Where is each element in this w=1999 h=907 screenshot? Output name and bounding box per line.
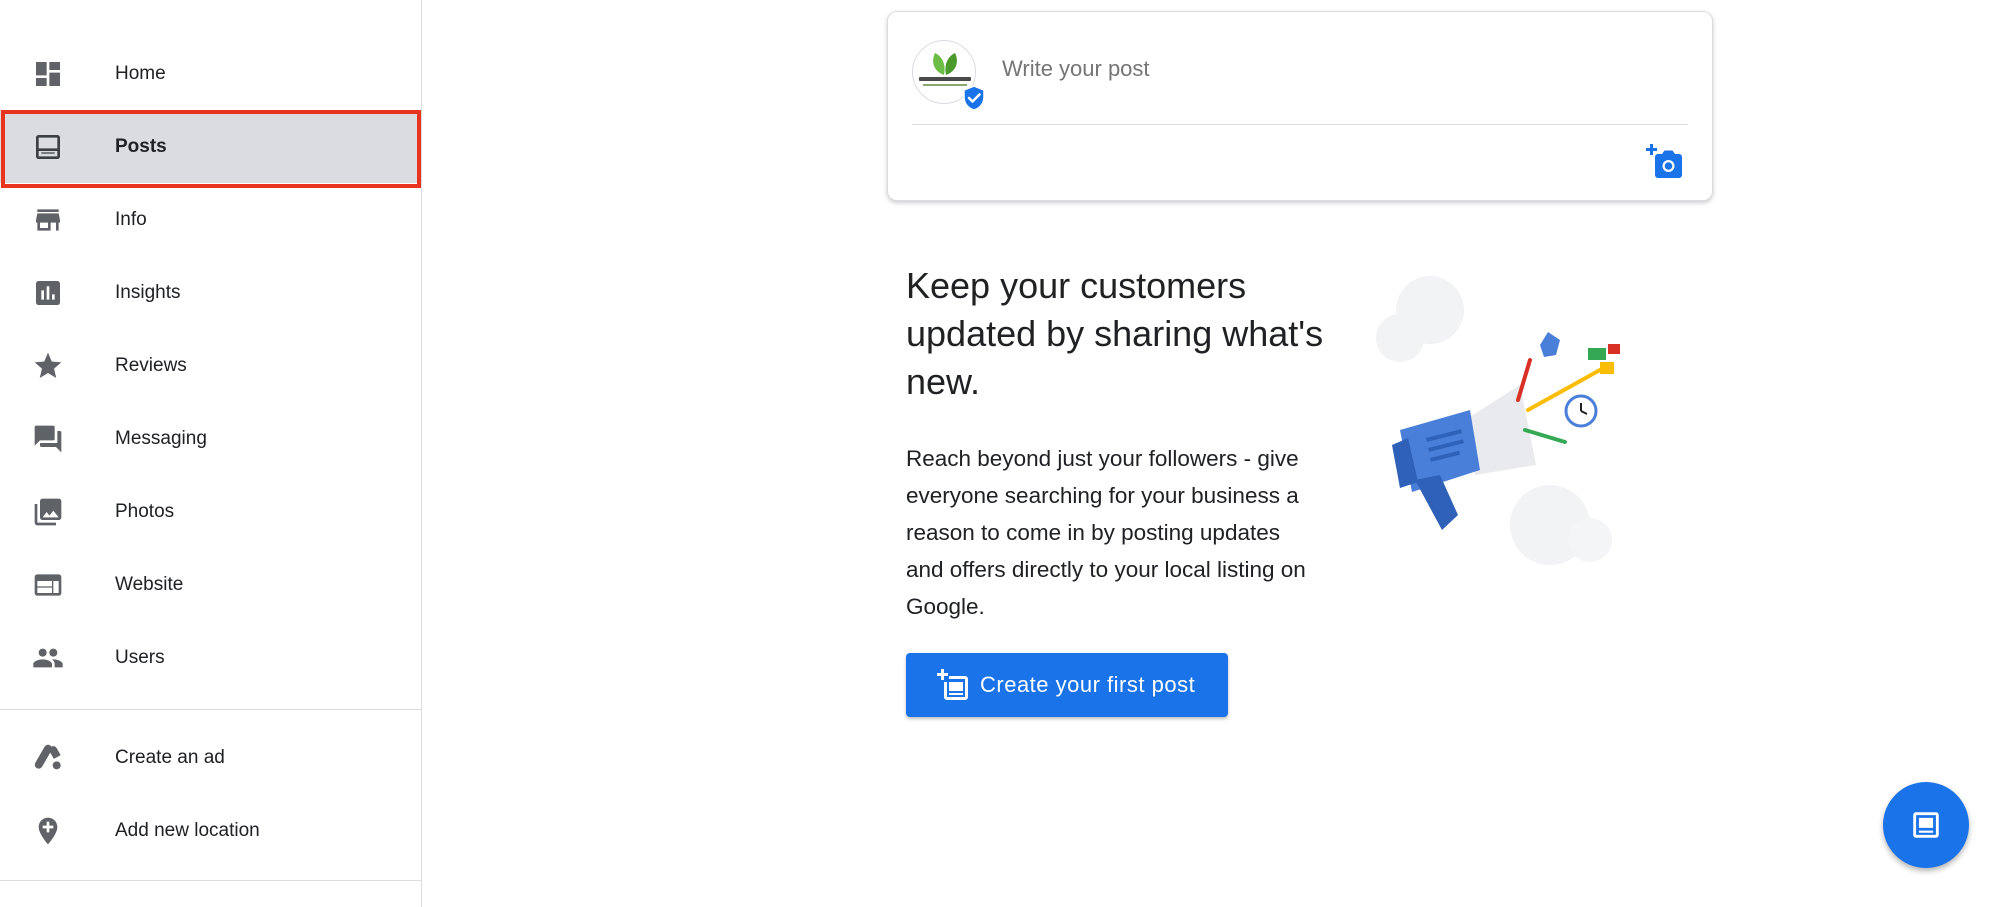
sidebar-item-label: Home	[115, 62, 166, 84]
sidebar-item-label: Photos	[115, 500, 175, 522]
sidebar-secondary-nav: Create an ad Add new location	[0, 721, 421, 867]
sidebar-item-home[interactable]: Home	[0, 37, 421, 110]
megaphone-illustration	[1376, 276, 1620, 565]
sidebar-item-label: Insights	[115, 281, 181, 303]
sidebar-item-reviews[interactable]: Reviews	[0, 329, 421, 402]
sidebar-item-label: Website	[115, 573, 184, 595]
google-ads-icon	[31, 741, 65, 775]
composer-divider	[912, 124, 1688, 125]
sidebar-item-info[interactable]: Info	[0, 183, 421, 256]
posts-icon	[31, 130, 65, 164]
dashboard-icon	[31, 57, 65, 91]
create-post-icon	[1913, 812, 1939, 838]
sidebar-item-label: Messaging	[115, 427, 207, 449]
sidebar-divider	[0, 880, 421, 881]
leaf-logo-icon	[933, 53, 957, 75]
sidebar-item-label: Reviews	[115, 354, 187, 376]
sidebar-item-label: Create an ad	[115, 746, 225, 768]
sidebar-item-insights[interactable]: Insights	[0, 256, 421, 329]
users-icon	[31, 641, 65, 675]
promo-description: Reach beyond just your followers - give …	[906, 446, 1306, 619]
verified-shield-icon	[963, 85, 985, 111]
photos-icon	[31, 495, 65, 529]
avatar[interactable]	[912, 40, 985, 111]
sidebar-item-users[interactable]: Users	[0, 621, 421, 694]
sidebar-item-label: Posts	[115, 135, 167, 157]
sidebar-item-photos[interactable]: Photos	[0, 475, 421, 548]
create-post-icon	[937, 669, 968, 700]
sidebar-nav: Home Posts Info Insights Reviews Messagi…	[0, 37, 421, 694]
sidebar-item-website[interactable]: Website	[0, 548, 421, 621]
create-post-fab[interactable]	[1883, 782, 1969, 868]
store-icon	[31, 203, 65, 237]
logo-wordmark	[919, 77, 971, 81]
sidebar-divider	[0, 709, 421, 710]
create-first-post-label: Create your first post	[980, 672, 1196, 697]
create-first-post-button[interactable]: Create your first post	[906, 653, 1228, 717]
sidebar-item-label: Info	[115, 208, 147, 230]
website-icon	[31, 568, 65, 602]
sidebar-item-label: Add new location	[115, 819, 260, 841]
sidebar-item-add-location[interactable]: Add new location	[0, 794, 421, 867]
post-composer	[887, 11, 1713, 201]
sidebar-item-posts[interactable]: Posts	[0, 110, 421, 183]
write-post-input[interactable]	[1002, 56, 1652, 82]
add-photo-icon[interactable]	[1644, 142, 1684, 182]
sidebar: Home Posts Info Insights Reviews Messagi…	[0, 0, 422, 907]
insights-icon	[31, 276, 65, 310]
add-location-icon	[31, 814, 65, 848]
sidebar-item-create-ad[interactable]: Create an ad	[0, 721, 421, 794]
promo-title: Keep your customers updated by sharing w…	[906, 265, 1324, 402]
star-icon	[31, 349, 65, 383]
chat-icon	[31, 422, 65, 456]
sidebar-item-label: Users	[115, 646, 165, 668]
sidebar-item-messaging[interactable]: Messaging	[0, 402, 421, 475]
